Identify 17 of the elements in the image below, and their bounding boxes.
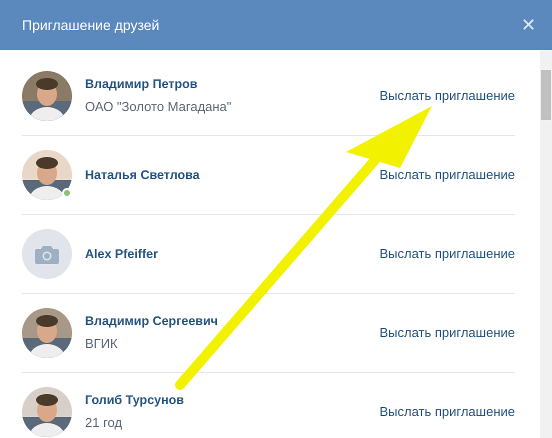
- camera-icon: [35, 244, 59, 264]
- friend-subtitle: ВГИК: [85, 335, 118, 354]
- friend-name[interactable]: Наталья Светлова: [85, 166, 200, 184]
- friend-subtitle: ОАО "Золото Магадана": [85, 98, 232, 116]
- invite-link[interactable]: Выслать приглашение: [379, 165, 515, 185]
- scrollbar-thumb[interactable]: [541, 70, 551, 120]
- invite-link[interactable]: Выслать приглашение: [379, 86, 515, 106]
- window-title: Приглашение друзей: [22, 16, 160, 35]
- friend-name[interactable]: Alex Pfeiffer: [85, 244, 158, 264]
- friend-name[interactable]: Владимир Сергеевич: [85, 312, 218, 332]
- invite-link[interactable]: Выслать приглашение: [379, 244, 515, 264]
- scrollbar[interactable]: [540, 50, 552, 438]
- friend-subtitle: 21 год: [85, 414, 122, 432]
- invite-link[interactable]: Выслать приглашение: [379, 402, 515, 422]
- friend-name[interactable]: Владимир Петров: [85, 74, 198, 94]
- friend-name[interactable]: Голиб Турсунов: [85, 391, 184, 410]
- invite-link[interactable]: Выслать приглашение: [379, 323, 515, 343]
